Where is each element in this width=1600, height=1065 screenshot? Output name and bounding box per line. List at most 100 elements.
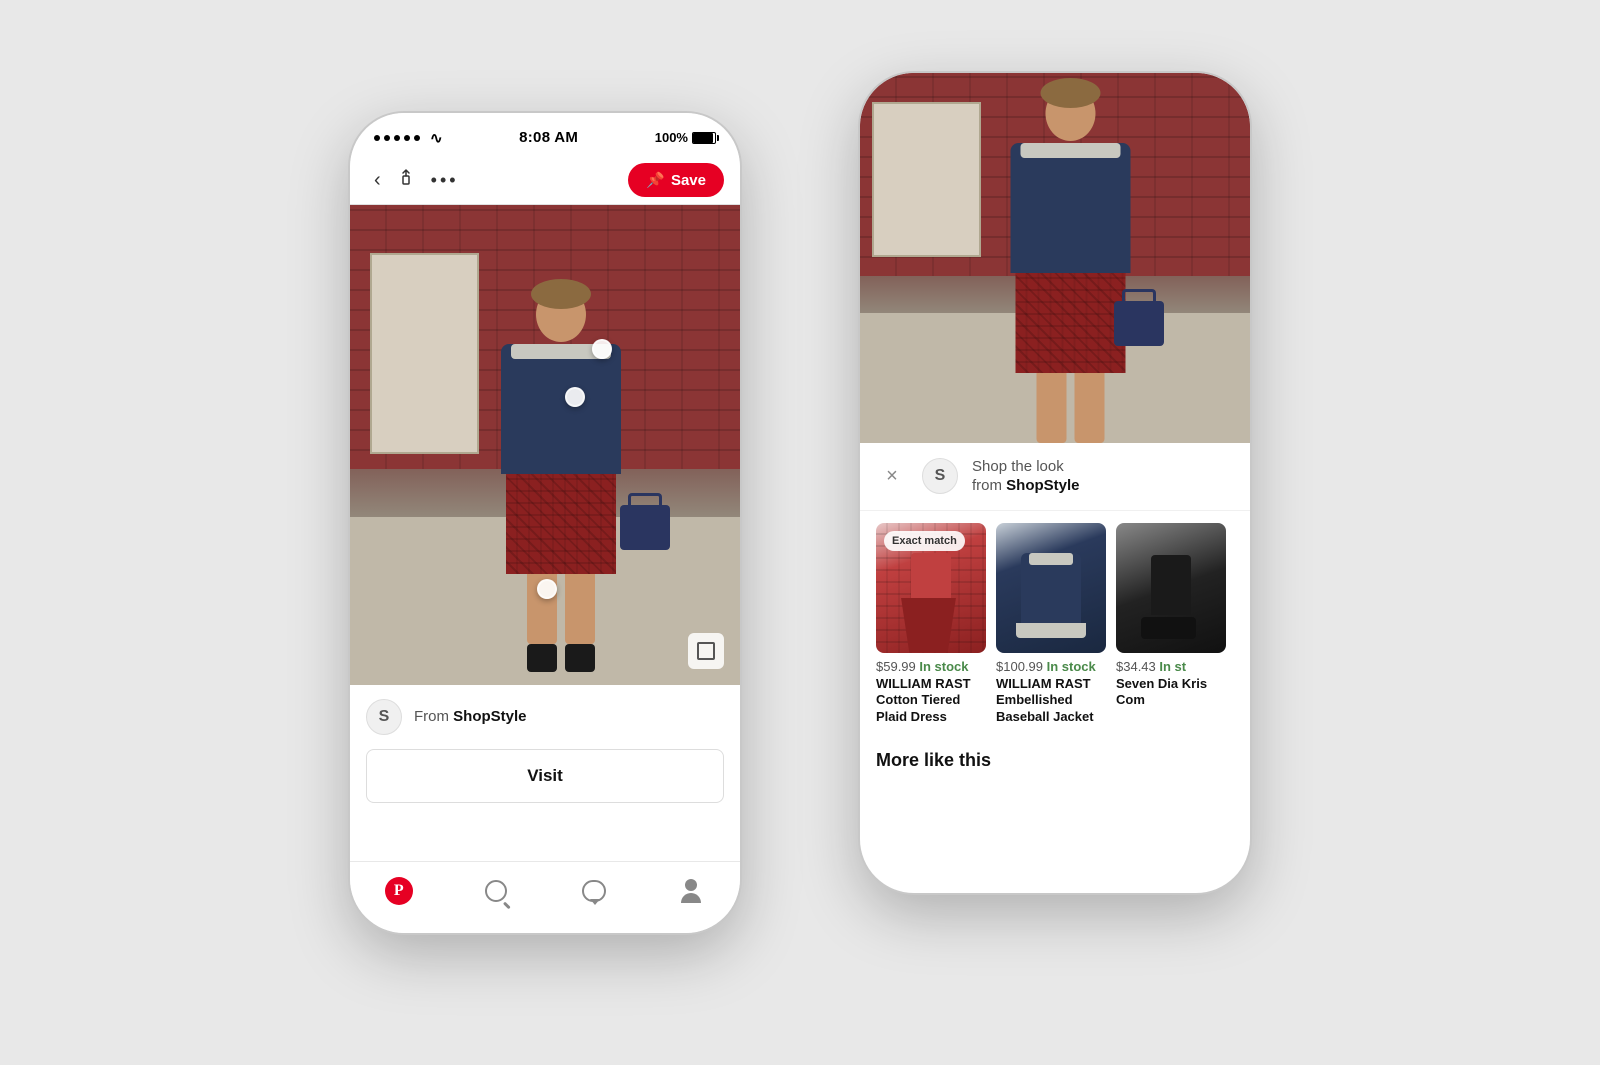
shop-header: × S Shop the look from ShopStyle — [860, 443, 1250, 511]
left-phone: ∿ 8:08 AM 100% ‹ — [350, 113, 740, 933]
right-leg-right — [1074, 373, 1104, 443]
product-card-jacket[interactable]: $100.99 In stock WILLIAM RAST Embellishe… — [996, 523, 1106, 727]
pin-icon: 📌 — [646, 171, 665, 189]
product-name-jacket: WILLIAM RAST Embellished Baseball Jacket — [996, 676, 1106, 727]
signal-dot-3 — [394, 135, 400, 141]
nav-chat[interactable] — [568, 873, 620, 909]
visit-button[interactable]: Visit — [366, 749, 724, 803]
search-circle — [485, 880, 507, 902]
crop-icon-symbol — [697, 642, 715, 660]
right-person-figure — [995, 86, 1145, 406]
share-button[interactable] — [389, 164, 423, 197]
nav-bar-left: ‹ ••• 📌 Save — [350, 157, 740, 205]
signal-dot-5 — [414, 135, 420, 141]
shop-logo: S — [922, 458, 958, 494]
from-text: From — [414, 708, 449, 725]
more-like-this: More like this — [860, 738, 1250, 779]
dress-top — [911, 553, 951, 603]
share-icon — [397, 168, 415, 188]
status-bar-left: ∿ 8:08 AM 100% — [350, 113, 740, 157]
product-row: Exact match $59.99 In stock WILLIAM RAST… — [860, 511, 1250, 739]
chat-bubble — [582, 880, 606, 902]
product-card-boot[interactable]: $34.43 In st Seven Dia Kris Com — [1116, 523, 1226, 727]
hotspot-jacket[interactable] — [592, 339, 612, 359]
back-button[interactable]: ‹ — [366, 165, 389, 196]
home-icon: P — [385, 877, 413, 905]
product-image-dress: Exact match — [876, 523, 986, 653]
save-label: Save — [671, 172, 706, 189]
pinterest-icon: P — [385, 877, 413, 905]
battery-fill — [693, 133, 713, 143]
more-button[interactable]: ••• — [423, 166, 467, 195]
search-icon — [482, 877, 510, 905]
dress-shape — [901, 553, 961, 653]
signal-dot-4 — [404, 135, 410, 141]
signal-dot-2 — [384, 135, 390, 141]
right-person-head — [1045, 86, 1095, 141]
shop-title-text: Shop the look — [972, 457, 1080, 477]
right-leg-left — [1036, 373, 1066, 443]
boot-right — [565, 644, 595, 672]
right-door-area — [872, 102, 981, 257]
boot-left — [527, 644, 557, 672]
profile-body — [681, 893, 701, 903]
close-button[interactable]: × — [876, 460, 908, 492]
profile-head — [685, 879, 697, 891]
shop-name: ShopStyle — [453, 708, 526, 725]
nav-home[interactable]: P — [373, 873, 425, 909]
right-person-jacket — [1010, 143, 1130, 273]
door-area — [370, 253, 479, 455]
person-legs — [521, 574, 601, 644]
battery-percent: 100% — [655, 130, 688, 145]
battery-area: 100% — [655, 130, 716, 145]
boot-sole — [1141, 617, 1196, 639]
product-price-jacket: $100.99 In stock — [996, 659, 1106, 674]
profile-avatar — [679, 879, 703, 903]
right-pin-image — [860, 73, 1250, 443]
person-boots — [521, 644, 601, 672]
boot-shape — [1141, 555, 1201, 645]
right-phone: × S Shop the look from ShopStyle — [860, 73, 1250, 893]
chat-icon — [580, 877, 608, 905]
product-name-boot: Seven Dia Kris Com — [1116, 676, 1226, 710]
product-card-dress[interactable]: Exact match $59.99 In stock WILLIAM RAST… — [876, 523, 986, 727]
status-time: 8:08 AM — [519, 129, 578, 146]
product-image-boot — [1116, 523, 1226, 653]
save-button[interactable]: 📌 Save — [628, 163, 724, 197]
leg-right — [565, 574, 595, 644]
shop-panel: × S Shop the look from ShopStyle — [860, 443, 1250, 780]
crop-button[interactable] — [688, 633, 724, 669]
shop-title: Shop the look from ShopStyle — [972, 457, 1080, 496]
shop-title-from: from ShopStyle — [972, 476, 1080, 496]
product-price-boot: $34.43 In st — [1116, 659, 1226, 674]
nav-search[interactable] — [470, 873, 522, 909]
signal-dot-1 — [374, 135, 380, 141]
right-person-bag — [1114, 301, 1164, 346]
person-bag — [620, 505, 670, 550]
exact-match-badge: Exact match — [884, 531, 965, 551]
source-info: S From ShopStyle — [350, 685, 740, 749]
jacket-body — [1021, 553, 1081, 623]
source-text: From ShopStyle — [414, 708, 527, 725]
hotspot-bag[interactable] — [537, 579, 557, 599]
fashion-scene — [350, 205, 740, 685]
right-person-dress — [1015, 273, 1125, 373]
product-name-dress: WILLIAM RAST Cotton Tiered Plaid Dress — [876, 676, 986, 727]
product-price-dress: $59.99 In stock — [876, 659, 986, 674]
jacket-collar — [1029, 553, 1073, 565]
nav-profile[interactable] — [665, 873, 717, 909]
shop-name-text: ShopStyle — [1006, 477, 1079, 494]
pin-image — [350, 205, 740, 685]
signal-area: ∿ — [374, 129, 443, 147]
jacket-shape — [1016, 553, 1086, 653]
profile-icon — [677, 877, 705, 905]
right-fashion-scene — [860, 73, 1250, 443]
bottom-nav-left: P — [350, 861, 740, 933]
boot-shaft — [1151, 555, 1191, 615]
dress-bottom — [901, 598, 956, 653]
hotspot-dress[interactable] — [565, 387, 585, 407]
product-image-jacket — [996, 523, 1106, 653]
person-jacket — [501, 344, 621, 474]
jacket-cuffs — [1016, 623, 1086, 638]
person-dress — [506, 474, 616, 574]
